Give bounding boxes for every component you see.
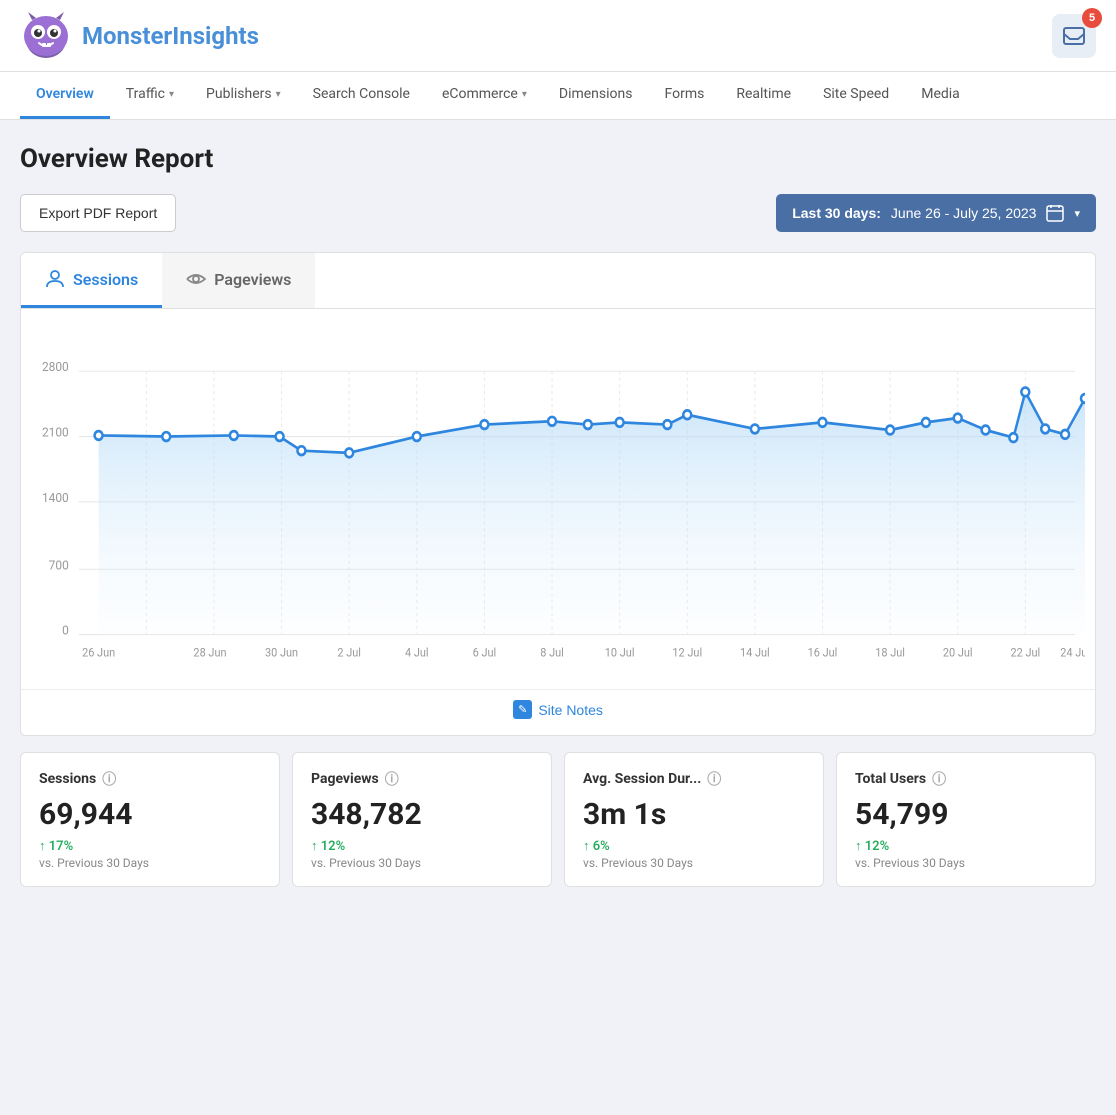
nav-item-overview[interactable]: Overview [20, 72, 110, 119]
stat-vs-avg-session: vs. Previous 30 Days [583, 856, 805, 870]
stat-value-avg-session: 3m 1s [583, 797, 805, 832]
stat-value-pageviews: 348,782 [311, 797, 533, 832]
export-pdf-button[interactable]: Export PDF Report [20, 194, 176, 232]
logo-part1: Monster [82, 22, 172, 50]
header-right: 5 [1052, 14, 1096, 58]
nav-item-site-speed[interactable]: Site Speed [807, 72, 905, 119]
svg-text:8 Jul: 8 Jul [540, 645, 564, 660]
svg-text:0: 0 [62, 623, 69, 639]
info-icon-avg-session[interactable]: ⓘ [707, 769, 721, 789]
stat-card-pageviews: Pageviews ⓘ 348,782 ↑ 12% vs. Previous 3… [292, 752, 552, 887]
info-icon-total-users[interactable]: ⓘ [932, 769, 946, 789]
stats-grid: Sessions ⓘ 69,944 ↑ 17% vs. Previous 30 … [20, 752, 1096, 887]
date-range-button[interactable]: Last 30 days: June 26 - July 25, 2023 ▾ [776, 194, 1096, 232]
main-nav: Overview Traffic ▾ Publishers ▾ Search C… [0, 72, 1116, 120]
stat-title-total-users: Total Users ⓘ [855, 769, 1077, 789]
svg-text:4 Jul: 4 Jul [405, 645, 429, 660]
page-title: Overview Report [20, 144, 1096, 174]
nav-item-realtime[interactable]: Realtime [720, 72, 807, 119]
info-icon-pageviews[interactable]: ⓘ [385, 769, 399, 789]
stat-change-pageviews: ↑ 12% [311, 838, 533, 854]
date-range-value: June 26 - July 25, 2023 [891, 205, 1037, 221]
logo-part2: Insights [172, 22, 259, 50]
nav-item-ecommerce[interactable]: eCommerce ▾ [426, 72, 543, 119]
site-notes-area: ✎ Site Notes [21, 689, 1095, 735]
date-range-prefix: Last 30 days: [792, 205, 881, 221]
main-content: Overview Report Export PDF Report Last 3… [0, 120, 1116, 911]
notification-badge: 5 [1082, 8, 1102, 28]
person-icon [45, 269, 65, 289]
svg-text:10 Jul: 10 Jul [605, 645, 635, 660]
calendar-icon [1046, 204, 1064, 222]
pencil-icon: ✎ [513, 700, 532, 719]
nav-item-search-console[interactable]: Search Console [297, 72, 426, 119]
logo-mascot [20, 10, 72, 62]
stat-value-total-users: 54,799 [855, 797, 1077, 832]
svg-text:6 Jul: 6 Jul [473, 645, 497, 660]
date-dropdown-arrow: ▾ [1074, 207, 1080, 220]
svg-text:1400: 1400 [42, 490, 69, 506]
stat-title-pageviews: Pageviews ⓘ [311, 769, 533, 789]
svg-text:2100: 2100 [42, 425, 69, 441]
tab-sessions-label: Sessions [73, 270, 138, 289]
stat-card-sessions: Sessions ⓘ 69,944 ↑ 17% vs. Previous 30 … [20, 752, 280, 887]
stat-value-sessions: 69,944 [39, 797, 261, 832]
site-notes-button[interactable]: ✎ Site Notes [513, 700, 603, 719]
stat-title-sessions: Sessions ⓘ [39, 769, 261, 789]
stat-change-total-users: ↑ 12% [855, 838, 1077, 854]
svg-text:16 Jul: 16 Jul [808, 645, 838, 660]
svg-text:28 Jun: 28 Jun [193, 645, 226, 660]
chart-body: 0 700 1400 2100 2800 [21, 309, 1095, 689]
site-notes-label: Site Notes [538, 702, 603, 718]
notification-button[interactable]: 5 [1052, 14, 1096, 58]
stat-card-total-users: Total Users ⓘ 54,799 ↑ 12% vs. Previous … [836, 752, 1096, 887]
svg-text:26 Jun: 26 Jun [82, 645, 115, 660]
toolbar: Export PDF Report Last 30 days: June 26 … [20, 194, 1096, 232]
tab-pageviews-label: Pageviews [214, 270, 291, 289]
svg-text:2 Jul: 2 Jul [337, 645, 361, 660]
stat-vs-pageviews: vs. Previous 30 Days [311, 856, 533, 870]
chevron-down-icon: ▾ [522, 89, 527, 100]
tab-sessions[interactable]: Sessions [21, 253, 162, 308]
nav-item-forms[interactable]: Forms [649, 72, 721, 119]
tab-pageviews[interactable]: Pageviews [162, 253, 315, 308]
info-icon-sessions[interactable]: ⓘ [102, 769, 116, 789]
svg-text:2800: 2800 [42, 360, 69, 376]
svg-text:20 Jul: 20 Jul [943, 645, 973, 660]
stat-change-sessions: ↑ 17% [39, 838, 261, 854]
nav-item-publishers[interactable]: Publishers ▾ [190, 72, 297, 119]
eye-icon [186, 269, 206, 289]
chevron-down-icon: ▾ [276, 89, 281, 100]
svg-text:18 Jul: 18 Jul [875, 645, 905, 660]
chart-container: Sessions Pageviews [20, 252, 1096, 736]
svg-text:30 Jun: 30 Jun [265, 645, 298, 660]
chevron-down-icon: ▾ [169, 89, 174, 100]
stat-change-avg-session: ↑ 6% [583, 838, 805, 854]
sessions-chart: 0 700 1400 2100 2800 [31, 319, 1085, 689]
svg-text:12 Jul: 12 Jul [672, 645, 702, 660]
header: MonsterInsights 5 [0, 0, 1116, 72]
svg-text:700: 700 [49, 558, 69, 574]
stat-vs-total-users: vs. Previous 30 Days [855, 856, 1077, 870]
nav-item-traffic[interactable]: Traffic ▾ [110, 72, 190, 119]
stat-card-avg-session: Avg. Session Dur... ⓘ 3m 1s ↑ 6% vs. Pre… [564, 752, 824, 887]
nav-item-media[interactable]: Media [905, 72, 976, 119]
chart-tabs: Sessions Pageviews [21, 253, 1095, 309]
stat-vs-sessions: vs. Previous 30 Days [39, 856, 261, 870]
stat-title-avg-session: Avg. Session Dur... ⓘ [583, 769, 805, 789]
svg-text:24 Jul: 24 Jul [1060, 645, 1085, 660]
inbox-icon [1063, 27, 1085, 45]
nav-item-dimensions[interactable]: Dimensions [543, 72, 649, 119]
svg-text:22 Jul: 22 Jul [1010, 645, 1040, 660]
logo-text: MonsterInsights [82, 22, 259, 50]
svg-text:14 Jul: 14 Jul [740, 645, 770, 660]
logo-area: MonsterInsights [20, 10, 259, 62]
